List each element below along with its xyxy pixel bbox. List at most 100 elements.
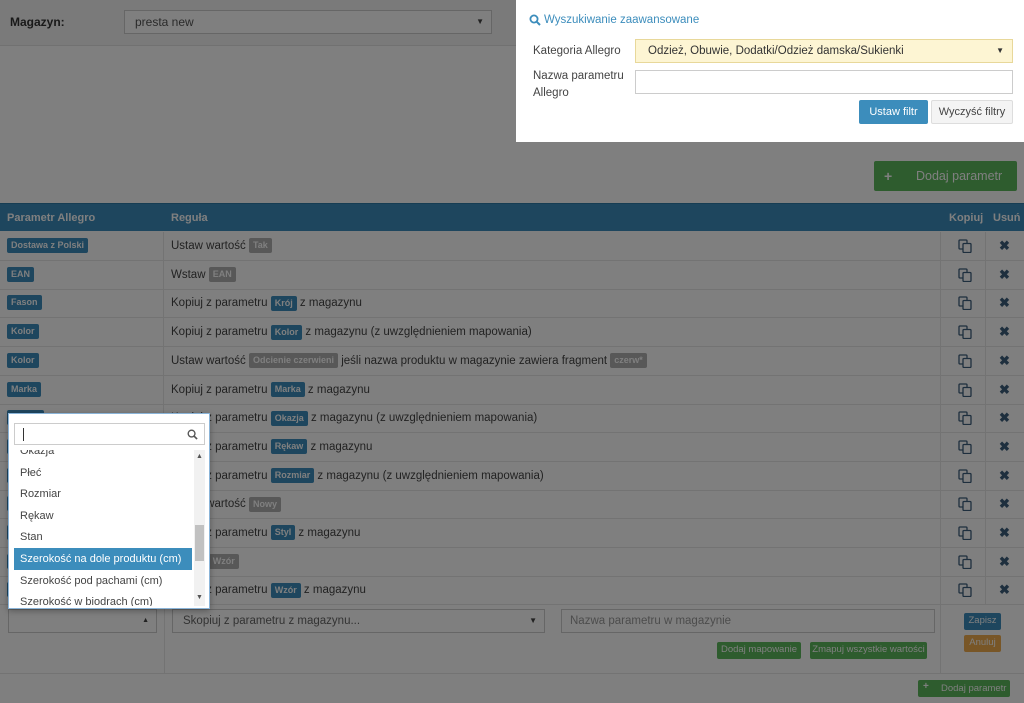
chevron-down-icon: ▼ [996, 46, 1004, 55]
search-icon [187, 429, 198, 440]
dropdown-option[interactable]: Szerokość w biodrach (cm) [14, 591, 192, 606]
param-cell: Fason [0, 289, 164, 318]
header-copy: Kopiuj [949, 212, 984, 224]
copy-icon[interactable] [958, 526, 972, 540]
param-name-input[interactable] [635, 70, 1013, 94]
table-row: Kolor Ustaw wartość Odcienie czerwieni je… [0, 346, 1024, 376]
dropdown-option[interactable]: Szerokość pod pachami (cm) [14, 570, 192, 592]
delete-icon[interactable]: ✖ [999, 238, 1010, 254]
copy-icon[interactable] [958, 239, 972, 253]
delete-icon[interactable]: ✖ [999, 468, 1010, 484]
dropdown-option[interactable]: Płeć [14, 462, 192, 484]
cancel-button[interactable]: Anuluj [964, 635, 1001, 652]
rule-text: Ustaw wartość Odcienie czerwieni jeśli n… [171, 353, 647, 369]
dropdown-option[interactable]: Rękaw [14, 505, 192, 527]
value-tag: Nowy [248, 496, 281, 512]
category-select[interactable]: Odzież, Obuwie, Dodatki/Odzież damska/Su… [635, 39, 1013, 63]
rule-fragment: z magazynu (z uwzględnieniem mapowania) [302, 326, 532, 339]
copy-icon[interactable] [958, 296, 972, 311]
allegro-param-tag: Marka [7, 381, 42, 397]
param-cell: Marka [0, 375, 164, 404]
save-button[interactable]: Zapisz [964, 613, 1001, 630]
warehouse-select-value: presta new [135, 15, 194, 29]
warehouse-param-tag: Wzór [270, 582, 301, 598]
dropdown-option[interactable]: Szerokość na dole produktu (cm) [14, 548, 192, 570]
map-all-values-button[interactable]: Zmapuj wszystkie wartości [810, 642, 927, 659]
header-delete: Usuń [993, 212, 1021, 224]
copy-icon[interactable] [958, 555, 972, 569]
table-header: Parametr Allegro Reguła Kopiuj Usuń [0, 203, 1024, 231]
allegro-param-tag: Fason [7, 295, 42, 311]
allegro-param-select[interactable]: ▲ [8, 609, 157, 633]
dropdown-option[interactable]: Okazja [14, 450, 192, 462]
category-label: Kategoria Allegro [533, 45, 621, 57]
rule-fragment: Kopiuj z parametru [171, 383, 271, 396]
param-dropdown: Okazja Płeć Rozmiar Rękaw Stan Szerokość na d… [8, 413, 210, 609]
clear-filters-button[interactable]: Wyczyść filtry [931, 100, 1013, 124]
dropdown-scrollbar[interactable]: ▲ ▼ [194, 450, 205, 606]
copy-icon[interactable] [958, 468, 972, 483]
delete-icon[interactable]: ✖ [999, 525, 1010, 541]
warehouse-label: Magazyn: [10, 15, 65, 29]
table-row: Dostawa z Polski Ustaw wartość Tak ✖ [0, 232, 1024, 261]
rule-text: Kopiuj z parametru Okazja z magazynu (z … [171, 410, 537, 426]
delete-icon[interactable]: ✖ [999, 554, 1010, 570]
table-row: Fason Kopiuj z parametru Krój z magazynu ✖ [0, 289, 1024, 319]
warehouse-param-tag: Krój [270, 295, 297, 311]
advanced-search-toggle[interactable]: Wyszukiwanie zaawansowane [529, 14, 699, 26]
rule-fragment: z magazynu [304, 383, 370, 396]
param-cell: Kolor [0, 346, 164, 375]
rule-fragment: z magazynu [300, 584, 366, 597]
edit-row: ▲ Skopiuj z parametru z magazynu... ▼ Na… [0, 604, 1024, 674]
delete-icon[interactable]: ✖ [999, 324, 1010, 340]
dropdown-option[interactable]: Rozmiar [14, 483, 192, 505]
copy-icon[interactable] [958, 325, 972, 340]
delete-icon[interactable]: ✖ [999, 496, 1010, 512]
delete-icon[interactable]: ✖ [999, 439, 1010, 455]
dropdown-search-input[interactable] [14, 423, 205, 445]
warehouse-param-input[interactable]: Nazwa parametru w magazynie [561, 609, 935, 633]
scrollbar-thumb[interactable] [195, 525, 204, 561]
warehouse-param-tag: Okazja [270, 410, 308, 426]
delete-icon[interactable]: ✖ [999, 582, 1010, 598]
table-row: Kolor Kopiuj z parametru Kolor z magazynu… [0, 318, 1024, 348]
search-icon [529, 14, 541, 26]
scroll-down-icon[interactable]: ▼ [196, 594, 203, 601]
plus-icon: + [884, 168, 893, 184]
copy-icon[interactable] [958, 354, 972, 368]
delete-icon[interactable]: ✖ [999, 382, 1010, 398]
dropdown-options: Okazja Płeć Rozmiar Rękaw Stan Szerokość na d… [14, 450, 194, 606]
delete-icon[interactable]: ✖ [999, 410, 1010, 426]
add-parameter-label: Dodaj parametr [916, 169, 1003, 183]
delete-icon[interactable]: ✖ [999, 295, 1010, 311]
add-parameter-bottom-button[interactable]: + Dodaj parametr [918, 680, 1010, 697]
rule-text: Kopiuj z parametru Kolor z magazynu (z u… [171, 324, 532, 340]
copy-icon[interactable] [958, 583, 972, 598]
add-parameter-button[interactable]: + Dodaj parametr [874, 161, 1017, 191]
scroll-up-icon[interactable]: ▲ [196, 453, 203, 460]
copy-icon[interactable] [958, 497, 972, 512]
dropdown-option[interactable]: Stan [14, 526, 192, 548]
advanced-search-title: Wyszukiwanie zaawansowane [544, 14, 700, 27]
add-mapping-button[interactable]: Dodaj mapowanie [717, 642, 801, 659]
category-value: Odzież, Obuwie, Dodatki/Odzież damska/Su… [648, 45, 904, 57]
copy-icon[interactable] [958, 382, 972, 397]
copy-icon[interactable] [958, 440, 972, 454]
copy-icon[interactable] [958, 268, 972, 282]
copy-from-select[interactable]: Skopiuj z parametru z magazynu... ▼ [172, 609, 545, 633]
copy-icon[interactable] [958, 411, 972, 426]
apply-filter-button[interactable]: Ustaw filtr [859, 100, 928, 124]
warehouse-param-tag: Marka [270, 381, 305, 397]
warehouse-select[interactable]: presta new ▼ [124, 10, 492, 34]
param-cell: Kolor [0, 318, 164, 347]
rule-text: Wstaw EAN [171, 267, 236, 283]
plus-icon: + [923, 681, 929, 692]
copy-from-placeholder: Skopiuj z parametru z magazynu... [183, 615, 361, 627]
rule-fragment: Kopiuj z parametru [171, 297, 271, 310]
delete-icon[interactable]: ✖ [999, 267, 1010, 283]
param-name-label: Nazwa parametru Allegro [533, 70, 624, 99]
value-tag: EAN [208, 267, 236, 283]
delete-icon[interactable]: ✖ [999, 353, 1010, 369]
value-tag: Odcienie czerwieni [248, 353, 338, 369]
warehouse-param-tag: Rozmiar [270, 468, 315, 484]
